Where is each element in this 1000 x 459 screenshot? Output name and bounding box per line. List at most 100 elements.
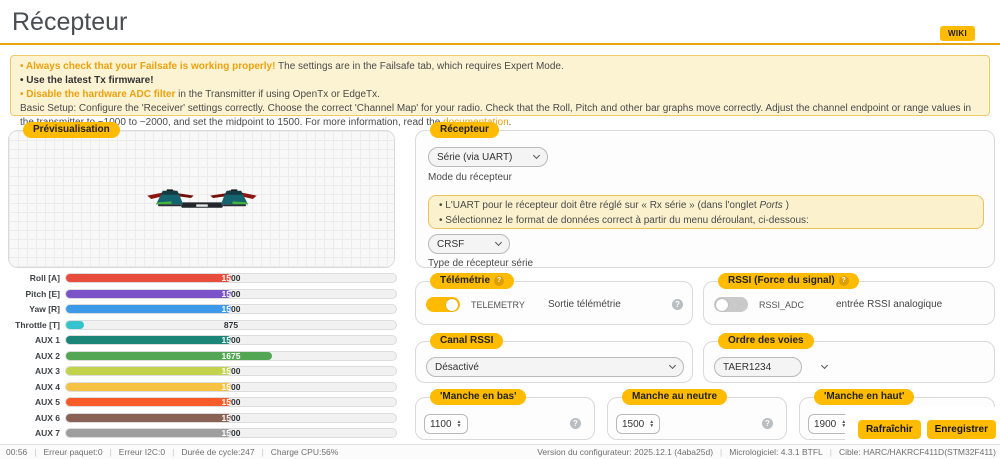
note-text: Use the latest Tx firmware! [26, 75, 153, 86]
channel-meter: 15001500 [65, 366, 397, 376]
note-line: Basic Setup: Configure the 'Receiver' se… [20, 102, 980, 130]
channel-fill: 1500 [66, 290, 231, 298]
status-separator: | [262, 447, 264, 457]
help-icon[interactable]: ? [494, 276, 504, 286]
help-icon[interactable]: ? [839, 276, 849, 286]
status-item: Erreur I2C:0 [119, 447, 165, 457]
channel-row-aux-6: AUX 615001500 [8, 413, 397, 423]
stick-low-input[interactable]: 1100 ▲▼ [424, 414, 468, 434]
stepper-arrows-icon[interactable]: ▲▼ [649, 420, 654, 428]
channel-value-overlay: 1675 [66, 352, 272, 360]
channel-fill: 875 [66, 321, 84, 329]
channel-fill: 1500 [66, 367, 231, 375]
rssi-channel-panel: Canal RSSI Désactivé [415, 341, 693, 383]
status-separator: | [720, 447, 722, 457]
status-right: Version du configurateur: 2025.12.1 (4ab… [537, 447, 996, 457]
channel-map-input[interactable]: TAER1234 [714, 357, 802, 377]
note-line: • Always check that your Failsafe is wor… [20, 60, 980, 74]
channel-label: AUX 5 [8, 397, 60, 407]
toggle-knob [716, 299, 728, 311]
serial-provider-label: Type de récepteur série [428, 258, 533, 269]
help-icon[interactable]: ? [672, 299, 683, 310]
rssi-channel-badge: Canal RSSI [430, 333, 503, 349]
channel-label: AUX 3 [8, 366, 60, 376]
preview-badge: Prévisualisation [23, 122, 120, 138]
status-item: Durée de cycle:247 [181, 447, 254, 457]
rssi-adc-toggle[interactable] [714, 297, 748, 312]
receiver-note: • L'UART pour le récepteur doit être rég… [428, 195, 984, 229]
status-item: 00:56 [6, 447, 27, 457]
note-text: Disable the hardware ADC filter [26, 89, 175, 100]
telemetry-switch-label: TELEMETRY [471, 300, 525, 310]
wiki-button[interactable]: WIKI [940, 26, 975, 41]
channel-row-aux-7: AUX 715001500 [8, 428, 397, 438]
channel-value-overlay: 1500 [66, 274, 231, 282]
channel-label: Pitch [E] [8, 289, 60, 299]
channel-label: AUX 4 [8, 382, 60, 392]
channel-row-yaw-r: Yaw [R] 15001500 [8, 304, 397, 314]
stick-center-input[interactable]: 1500 ▲▼ [616, 414, 660, 434]
refresh-button[interactable]: Rafraîchir [858, 420, 921, 439]
status-bar: 00:56|Erreur paquet:0|Erreur I2C:0|Durée… [0, 444, 1000, 459]
channel-fill: 1500 [66, 414, 231, 422]
note-text: . [509, 117, 512, 128]
save-toolbar: Rafraîchir Enregistrer [845, 407, 1000, 444]
status-separator: | [172, 447, 174, 457]
page-title: Récepteur [12, 8, 127, 37]
stick-low-badge: 'Manche en bas' [430, 389, 526, 405]
channel-row-aux-5: AUX 515001500 [8, 397, 397, 407]
channel-map-preset-select[interactable] [812, 357, 836, 377]
stick-low-panel: 'Manche en bas' 1100 ▲▼ ? [415, 397, 595, 440]
channel-value-overlay: 875 [66, 321, 84, 329]
rssi-channel-select[interactable]: Désactivé [426, 357, 684, 377]
channel-label: Throttle [T] [8, 320, 60, 330]
status-separator: | [830, 447, 832, 457]
chevron-down-icon [820, 362, 827, 369]
channel-meter: 875875 [65, 320, 397, 330]
rssi-desc: entrée RSSI analogique [836, 299, 942, 310]
channel-row-pitch-e: Pitch [E] 15001500 [8, 289, 397, 299]
model-preview-grid[interactable] [9, 131, 394, 267]
status-item: Micrologiciel: 4.3.1 BTFL [729, 447, 823, 457]
receiver-mode-select[interactable]: Série (via UART) [428, 147, 548, 167]
rssi-switch-label: RSSI_ADC [759, 300, 804, 310]
channel-row-aux-2: AUX 216751675 [8, 351, 397, 361]
stepper-arrows-icon[interactable]: ▲▼ [457, 420, 462, 428]
note-line: • Disable the hardware ADC filter in the… [20, 88, 980, 102]
channel-fill: 1500 [66, 274, 231, 282]
note-text: in the Transmitter if using OpenTx or Ed… [175, 89, 380, 100]
note-text: ) [783, 200, 789, 211]
channel-value-overlay: 1500 [66, 429, 231, 437]
receiver-mode-label: Mode du récepteur [428, 172, 512, 183]
channel-row-throttle-t: Throttle [T] 875875 [8, 320, 397, 330]
status-separator: | [110, 447, 112, 457]
channel-fill: 1675 [66, 352, 272, 360]
channel-fill: 1500 [66, 383, 231, 391]
channel-map-panel: Ordre des voies TAER1234 [703, 341, 995, 383]
channel-map-badge: Ordre des voies [718, 333, 814, 349]
help-icon[interactable]: ? [570, 418, 581, 429]
channel-label: AUX 2 [8, 351, 60, 361]
save-button[interactable]: Enregistrer [927, 420, 996, 439]
channel-row-roll-a: Roll [A]15001500 [8, 273, 397, 283]
channel-row-aux-1: AUX 115001500 [8, 335, 397, 345]
chevron-down-icon [669, 362, 676, 369]
rssi-panel: RSSI (Force du signal) ? RSSI_ADC entrée… [703, 281, 995, 325]
channel-label: Yaw [R] [8, 304, 60, 314]
quadcopter-preview-image [146, 184, 258, 214]
telemetry-toggle[interactable] [426, 297, 460, 312]
stick-high-badge: 'Manche en haut' [814, 389, 914, 405]
channel-value: 875 [66, 320, 396, 331]
channel-value-overlay: 1500 [66, 367, 231, 375]
status-item: Charge CPU:56% [271, 447, 339, 457]
channel-meter: 15001500 [65, 289, 397, 299]
channel-meter: 15001500 [65, 304, 397, 314]
note-text: Always check that your Failsafe is worki… [26, 61, 276, 72]
chevron-down-icon [533, 152, 540, 159]
status-item: Cible: HARC/HAKRCF411D(STM32F411) [839, 447, 996, 457]
channel-label: AUX 7 [8, 428, 60, 438]
serial-provider-select[interactable]: CRSF [428, 234, 510, 254]
status-left: 00:56|Erreur paquet:0|Erreur I2C:0|Durée… [6, 447, 338, 457]
help-icon[interactable]: ? [762, 418, 773, 429]
channel-meter: 15001500 [65, 382, 397, 392]
